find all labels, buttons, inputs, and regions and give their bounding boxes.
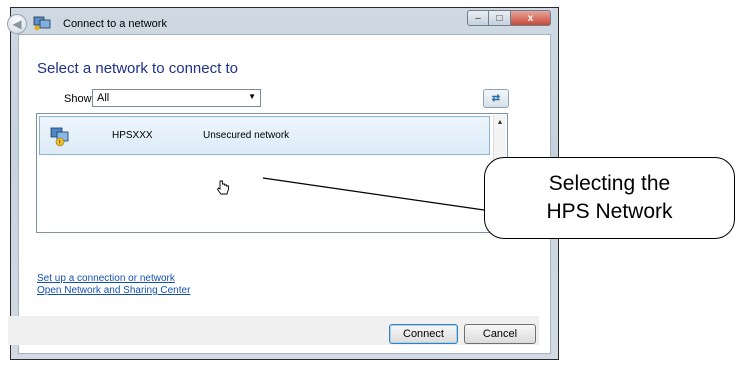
caption-buttons: – □ x xyxy=(467,10,551,26)
network-list[interactable]: ! HPSXXX Unsecured network ▲ ▼ xyxy=(36,113,508,233)
window-title: Connect to a network xyxy=(63,18,167,30)
network-icon xyxy=(33,16,51,31)
show-filter-value: All xyxy=(97,92,110,104)
maximize-button[interactable]: □ xyxy=(489,10,511,26)
network-list-item[interactable]: ! HPSXXX Unsecured network xyxy=(39,116,490,155)
button-bar xyxy=(8,316,539,345)
show-label: Show xyxy=(64,93,92,105)
chevron-down-icon: ▼ xyxy=(248,92,256,101)
back-button[interactable]: ◀ xyxy=(7,14,27,34)
refresh-icon: ⇄ xyxy=(491,93,501,104)
callout-line-2: HPS Network xyxy=(546,200,673,223)
minimize-button[interactable]: – xyxy=(467,10,489,26)
svg-text:!: ! xyxy=(59,140,61,147)
network-status: Unsecured network xyxy=(203,130,290,141)
scroll-up-icon[interactable]: ▲ xyxy=(494,115,506,129)
wireless-network-icon: ! xyxy=(50,127,69,147)
cancel-button[interactable]: Cancel xyxy=(464,324,536,344)
show-filter-select[interactable]: All ▼ xyxy=(92,89,261,107)
links-section: Set up a connection or network Open Netw… xyxy=(37,273,190,297)
hand-cursor-icon xyxy=(216,180,229,195)
callout-line-1: Selecting the xyxy=(548,172,671,195)
network-sharing-center-link[interactable]: Open Network and Sharing Center xyxy=(37,285,190,297)
refresh-button[interactable]: ⇄ xyxy=(483,89,509,108)
page-title: Select a network to connect to xyxy=(37,60,238,77)
back-arrow-icon: ◀ xyxy=(12,17,22,31)
network-name: HPSXXX xyxy=(112,130,153,141)
setup-connection-link[interactable]: Set up a connection or network xyxy=(37,273,190,285)
close-button[interactable]: x xyxy=(511,10,551,26)
connect-button[interactable]: Connect xyxy=(389,324,458,344)
callout-box: Selecting the HPS Network xyxy=(484,157,735,239)
